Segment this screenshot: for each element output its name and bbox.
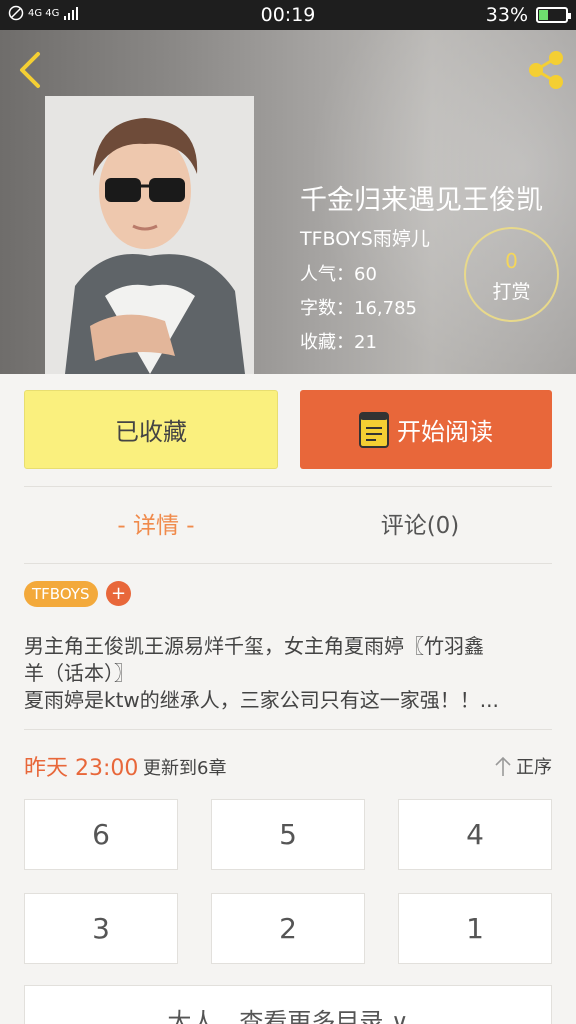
- cover-portrait: [45, 96, 254, 374]
- divider: [24, 729, 552, 730]
- chapter-button[interactable]: 3: [24, 893, 178, 964]
- chapter-button[interactable]: 2: [211, 893, 365, 964]
- book-icon: [359, 411, 389, 448]
- popularity-stat: 人气：60: [300, 264, 377, 285]
- reward-label: 打赏: [492, 281, 531, 303]
- status-bar: 4G 4G 00:19 33%: [0, 0, 576, 30]
- book-cover[interactable]: [45, 96, 254, 374]
- share-icon[interactable]: [524, 48, 568, 92]
- divider: [24, 486, 552, 487]
- add-tag-button[interactable]: +: [106, 581, 131, 606]
- tab-detail[interactable]: - 详情 -: [24, 506, 288, 546]
- book-header: 千金归来遇见王俊凯 TFBOYS雨婷儿 人气：60 字数：16,785 收藏：2…: [0, 30, 576, 374]
- description-line: 男主角王俊凯王源易烊千玺，女主角夏雨婷〖竹羽鑫: [24, 634, 484, 658]
- chapter-button[interactable]: 6: [24, 799, 178, 870]
- view-more-catalog-button[interactable]: 大人，查看更多目录 ∨: [24, 985, 552, 1024]
- up-arrow-icon: [495, 756, 511, 776]
- start-reading-label: 开始阅读: [397, 418, 493, 446]
- book-title: 千金归来遇见王俊凯: [300, 185, 543, 216]
- battery-percent: 33%: [485, 4, 528, 26]
- update-status: 更新到6章: [143, 758, 227, 779]
- favorites-stat: 收藏：21: [300, 332, 377, 353]
- book-author[interactable]: TFBOYS雨婷儿: [300, 224, 430, 251]
- chapter-button[interactable]: 5: [211, 799, 365, 870]
- description-line: 夏雨婷是ktw的继承人，三家公司只有这一家强！！...: [24, 688, 499, 712]
- tag-tfboys[interactable]: TFBOYS: [24, 581, 98, 607]
- start-reading-button[interactable]: 开始阅读: [300, 390, 552, 469]
- update-time: 昨天 23:00: [24, 756, 139, 781]
- sort-order-toggle[interactable]: 正序: [494, 753, 552, 779]
- book-description[interactable]: 男主角王俊凯王源易烊千玺，女主角夏雨婷〖竹羽鑫 羊（话本）〗 夏雨婷是ktw的继…: [24, 633, 552, 714]
- chapter-button[interactable]: 1: [398, 893, 552, 964]
- reward-count: 0: [505, 249, 518, 273]
- sort-order-label: 正序: [516, 757, 552, 778]
- word-count-stat: 字数：16,785: [300, 298, 417, 319]
- chapter-button[interactable]: 4: [398, 799, 552, 870]
- divider: [24, 563, 552, 564]
- favorited-label: 已收藏: [115, 418, 187, 446]
- tab-comments[interactable]: 评论(0): [288, 506, 552, 546]
- battery-icon: [536, 7, 571, 23]
- description-line: 羊（话本）〗: [24, 661, 134, 685]
- back-arrow-icon[interactable]: [10, 48, 50, 92]
- reward-button[interactable]: 0 打赏: [464, 227, 559, 322]
- favorited-button[interactable]: 已收藏: [24, 390, 278, 469]
